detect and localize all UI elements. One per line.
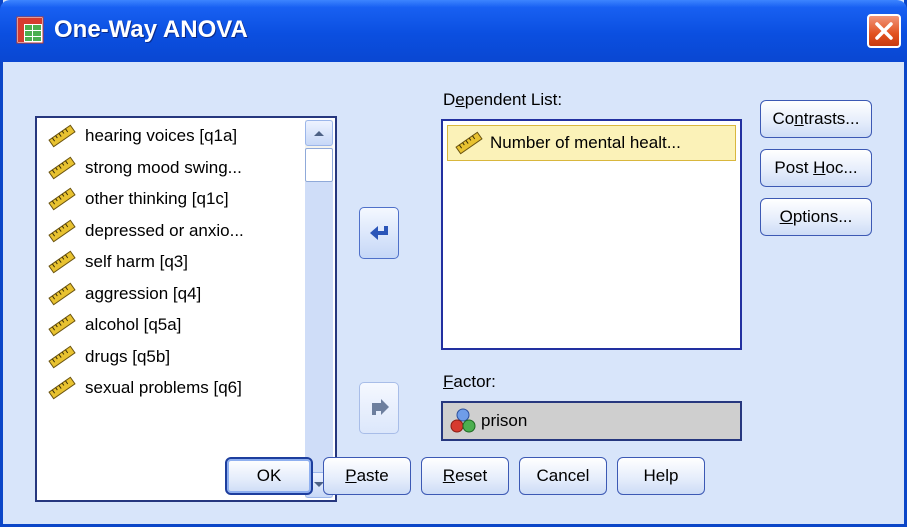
dependent-label-mnemonic: e — [455, 90, 465, 109]
ruler-icon — [48, 313, 76, 337]
list-item-label: sexual problems [q6] — [85, 378, 242, 397]
options-button[interactable]: Options... — [760, 198, 872, 236]
reset-label-mnemonic: R — [442, 466, 456, 485]
dependent-list-item[interactable]: Number of mental healt... — [447, 125, 736, 161]
contrasts-button[interactable]: Co n trasts... — [760, 100, 872, 138]
window-title: One-Way ANOVA — [54, 16, 248, 43]
list-item[interactable]: depressed or anxio... — [47, 215, 244, 247]
close-button[interactable] — [867, 14, 901, 48]
list-item-label: alcohol [q5a] — [85, 315, 182, 334]
ok-button[interactable]: OK — [225, 457, 313, 495]
ruler-icon — [455, 131, 483, 155]
dialog-body: hearing voices [q1a] strong mood swing...… — [3, 62, 904, 524]
list-item[interactable]: alcohol [q5a] — [47, 309, 181, 341]
one-way-anova-dialog: One-Way ANOVA hearing voices [q1a] strong… — [0, 0, 907, 527]
ruler-icon — [48, 345, 76, 368]
ruler-icon — [48, 187, 76, 211]
table-icon — [16, 16, 44, 44]
source-variable-list[interactable]: hearing voices [q1a] strong mood swing...… — [35, 116, 337, 502]
title-bar[interactable]: One-Way ANOVA — [0, 0, 907, 62]
move-to-factor-button[interactable] — [359, 382, 399, 434]
list-item[interactable]: drugs [q5b] — [47, 341, 170, 373]
nominal-icon — [450, 408, 476, 433]
list-item-label: other thinking [q1c] — [85, 189, 229, 208]
contrasts-label-mnemonic: n — [794, 109, 804, 128]
cancel-label: Cancel — [536, 466, 590, 485]
post-hoc-label-pre: Post — [774, 158, 814, 177]
options-label-post: ptions... — [792, 207, 853, 226]
options-label-mnemonic: O — [779, 207, 793, 226]
list-item[interactable]: aggression [q4] — [47, 278, 201, 310]
reset-button[interactable]: Reset — [421, 457, 509, 495]
factor-value: prison — [481, 411, 528, 430]
factor-label-mnemonic: F — [443, 372, 454, 391]
list-item[interactable]: sexual problems [q6] — [47, 372, 242, 404]
help-button[interactable]: Help — [617, 457, 705, 495]
cancel-button[interactable]: Cancel — [519, 457, 607, 495]
scroll-thumb[interactable] — [305, 148, 333, 182]
factor-field[interactable]: prison — [441, 401, 742, 441]
factor-label-post: actor: — [453, 372, 496, 391]
post-hoc-button[interactable]: Post Hoc... — [760, 149, 872, 187]
paste-label-post: aste — [356, 466, 389, 485]
move-to-dependent-button[interactable] — [359, 207, 399, 259]
close-icon — [875, 22, 893, 40]
arrow-up-icon — [314, 131, 324, 136]
help-label: Help — [643, 466, 679, 485]
factor-label: Factor: — [443, 372, 496, 392]
ok-label: OK — [256, 466, 282, 485]
ruler-icon — [48, 156, 76, 179]
arrow-right-icon — [372, 399, 389, 415]
arrow-left-icon — [370, 226, 388, 240]
scroll-up-button[interactable] — [305, 120, 333, 146]
ruler-icon — [48, 376, 76, 400]
ruler-icon — [48, 282, 76, 305]
contrasts-label-post: trasts... — [803, 109, 860, 128]
ruler-icon — [48, 219, 76, 242]
scroll-track[interactable] — [305, 182, 333, 472]
post-hoc-label-post: oc... — [825, 158, 858, 177]
post-hoc-label-mnemonic: H — [813, 158, 826, 177]
source-list-scrollbar[interactable] — [305, 120, 333, 498]
paste-button[interactable]: Paste — [323, 457, 411, 495]
list-item[interactable]: strong mood swing... — [47, 152, 242, 184]
list-item[interactable]: hearing voices [q1a] — [47, 120, 237, 152]
dependent-label-post: pendent List: — [464, 90, 563, 109]
reset-label-post: eset — [455, 466, 488, 485]
dependent-list[interactable]: Number of mental healt... — [441, 119, 742, 350]
ruler-icon — [48, 250, 76, 274]
dependent-label-pre: D — [443, 90, 456, 109]
list-item[interactable]: self harm [q3] — [47, 246, 188, 278]
list-item-label: aggression [q4] — [85, 283, 202, 303]
list-item-label: self harm [q3] — [85, 252, 188, 271]
dependent-item-label: Number of mental healt... — [490, 133, 681, 152]
list-item-label: strong mood swing... — [85, 157, 242, 177]
dependent-list-label: Dependent List: — [443, 90, 562, 110]
paste-label-mnemonic: P — [345, 466, 357, 485]
contrasts-label-pre: Co — [772, 109, 795, 128]
list-item-label: hearing voices [q1a] — [85, 126, 238, 145]
list-item[interactable]: other thinking [q1c] — [47, 183, 229, 215]
list-item-label: depressed or anxio... — [85, 220, 244, 240]
list-item-label: drugs [q5b] — [85, 346, 171, 366]
ruler-icon — [48, 124, 76, 148]
